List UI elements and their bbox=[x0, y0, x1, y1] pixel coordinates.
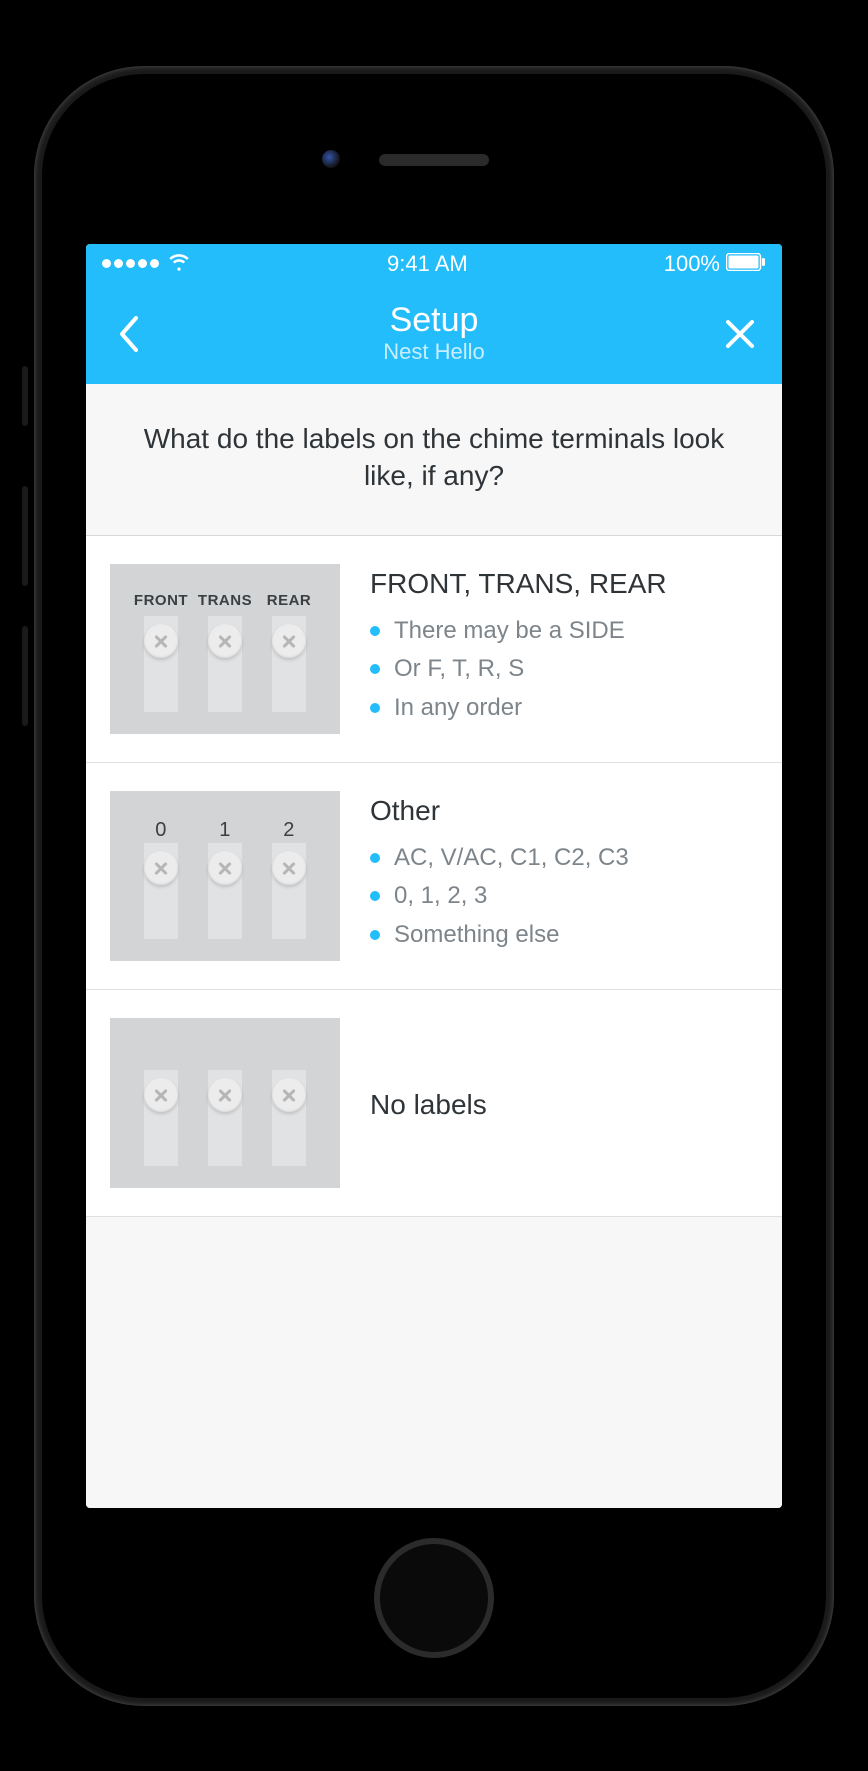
front-camera bbox=[322, 150, 340, 168]
terminal-label: REAR bbox=[267, 592, 312, 610]
battery-label: 100% bbox=[664, 251, 720, 277]
question-text: What do the labels on the chime terminal… bbox=[116, 420, 752, 496]
screen: 9:41 AM 100% Setup Nest Hello bbox=[86, 244, 782, 1508]
phone-frame: 9:41 AM 100% Setup Nest Hello bbox=[34, 66, 834, 1706]
status-time: 9:41 AM bbox=[387, 251, 468, 277]
question-panel: What do the labels on the chime terminal… bbox=[86, 384, 782, 537]
screw-icon bbox=[272, 851, 306, 885]
terminal-label: 0 bbox=[155, 819, 167, 837]
screw-icon bbox=[208, 1078, 242, 1112]
option-details: AC, V/AC, C1, C2, C3 0, 1, 2, 3 Somethin… bbox=[370, 839, 758, 954]
option-no-labels[interactable]: No labels bbox=[86, 990, 782, 1217]
list-item: There may be a SIDE bbox=[370, 612, 758, 650]
volume-down-button bbox=[22, 626, 28, 726]
list-item: Something else bbox=[370, 916, 758, 954]
terminal-diagram: 0 1 2 bbox=[110, 791, 340, 961]
screw-icon bbox=[272, 624, 306, 658]
list-item: Or F, T, R, S bbox=[370, 650, 758, 688]
screw-icon bbox=[208, 851, 242, 885]
back-button[interactable] bbox=[106, 312, 150, 356]
option-title: Other bbox=[370, 795, 758, 827]
screw-icon bbox=[144, 624, 178, 658]
battery-icon bbox=[726, 251, 766, 277]
option-details: There may be a SIDE Or F, T, R, S In any… bbox=[370, 612, 758, 727]
volume-up-button bbox=[22, 486, 28, 586]
speaker-grill bbox=[379, 154, 489, 166]
option-front-trans-rear[interactable]: FRONT TRANS REAR FRONT, TRANS, REAR Ther… bbox=[86, 536, 782, 763]
terminal-diagram bbox=[110, 1018, 340, 1188]
list-item: AC, V/AC, C1, C2, C3 bbox=[370, 839, 758, 877]
terminal-label: FRONT bbox=[134, 592, 188, 610]
home-button[interactable] bbox=[374, 1538, 494, 1658]
option-title: No labels bbox=[370, 1089, 487, 1121]
terminal-label: TRANS bbox=[198, 592, 252, 610]
screw-icon bbox=[208, 624, 242, 658]
mute-switch bbox=[22, 366, 28, 426]
terminal-label: 1 bbox=[219, 819, 231, 837]
screw-icon bbox=[144, 1078, 178, 1112]
chevron-left-icon bbox=[117, 315, 139, 353]
terminal-label: 2 bbox=[283, 819, 295, 837]
screw-icon bbox=[144, 851, 178, 885]
signal-strength-icon bbox=[102, 259, 159, 268]
list-item: 0, 1, 2, 3 bbox=[370, 877, 758, 915]
close-icon bbox=[724, 318, 756, 350]
option-title: FRONT, TRANS, REAR bbox=[370, 568, 758, 600]
nav-title: Setup bbox=[390, 303, 479, 337]
option-other[interactable]: 0 1 2 Other AC, V/AC, C1, C2, C3 0, 1, 2… bbox=[86, 763, 782, 990]
screw-icon bbox=[272, 1078, 306, 1112]
close-button[interactable] bbox=[718, 312, 762, 356]
nav-bar: Setup Nest Hello bbox=[86, 284, 782, 384]
wifi-icon bbox=[167, 249, 191, 279]
terminal-diagram: FRONT TRANS REAR bbox=[110, 564, 340, 734]
status-bar: 9:41 AM 100% bbox=[86, 244, 782, 284]
nav-subtitle: Nest Hello bbox=[383, 339, 484, 365]
list-item: In any order bbox=[370, 689, 758, 727]
option-list: FRONT TRANS REAR FRONT, TRANS, REAR Ther… bbox=[86, 536, 782, 1507]
